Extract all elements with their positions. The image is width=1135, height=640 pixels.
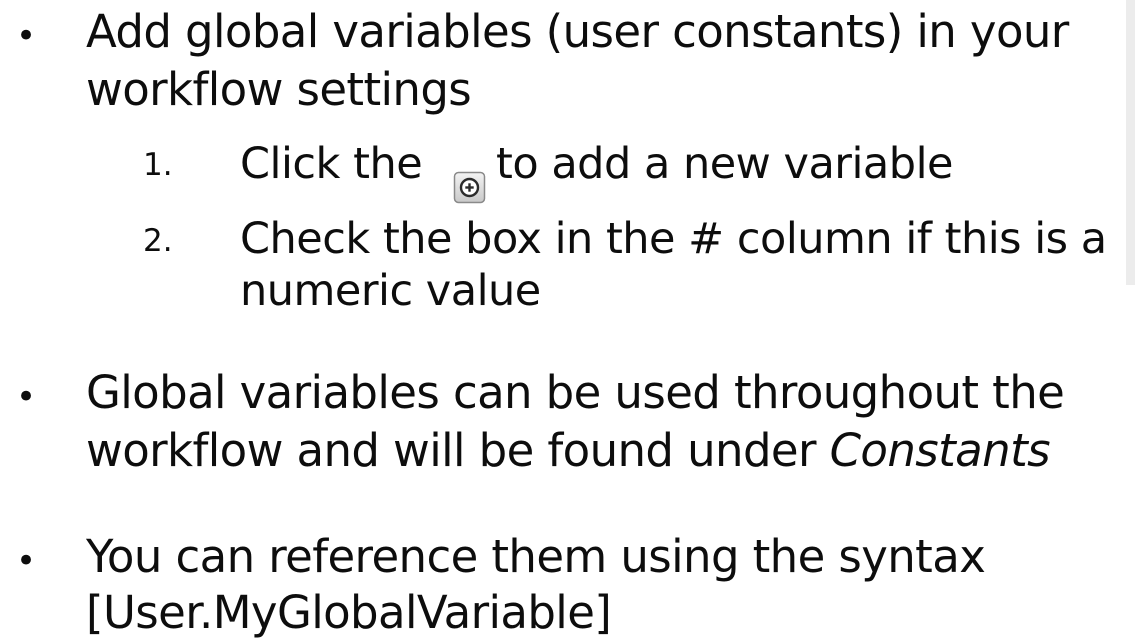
bullet-2-line-1: Global variables can be used throughout … [86,366,1065,419]
bullet-marker: • [16,377,37,417]
step-2-line-2: numeric value [240,266,541,316]
bullet-2-line-2: workflow and will be found under Constan… [86,423,1051,479]
step-1-text-before-icon: Click the [240,139,423,189]
constants-emphasis: Constants [829,424,1051,477]
bullet-1-line-1: Add global variables (user constants) in… [86,5,1069,58]
bullet-1-line-2: workflow settings [86,63,472,116]
bullet-3-line-1: You can reference them using the syntax [86,530,986,583]
bullet-marker: • [16,16,37,56]
scrollbar-track[interactable] [1126,0,1135,285]
bullet-marker: • [16,541,37,581]
step-2-line-1: Check the box in the # column if this is… [240,214,1107,264]
slide: • Add global variables (user constants) … [0,0,1135,640]
step-1-number: 1. [143,147,173,183]
step-1-text-after-icon: to add a new variable [496,139,953,189]
bullet-2-line-2-text: workflow and will be found under [86,424,830,477]
add-circle-icon [453,171,486,204]
step-2-number: 2. [143,223,173,259]
bullet-3-line-2: [User.MyGlobalVariable] [86,586,612,639]
